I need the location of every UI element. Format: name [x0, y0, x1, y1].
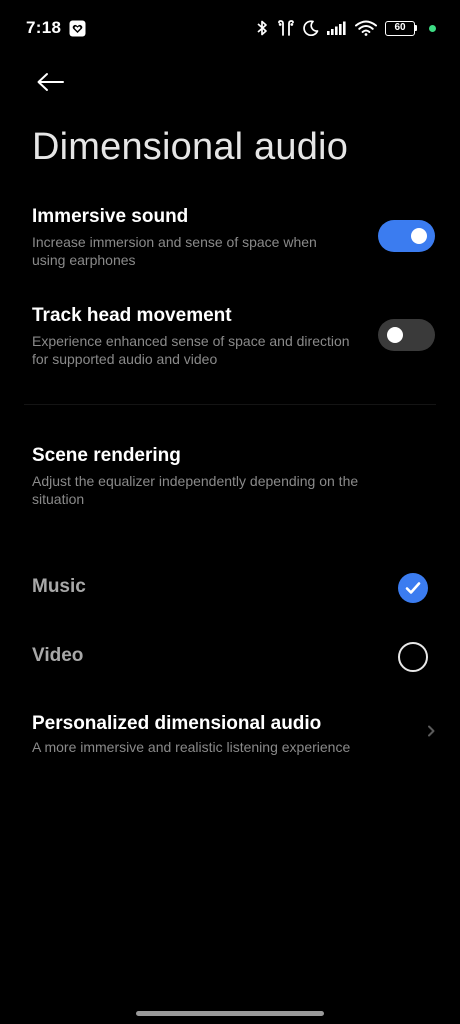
- privacy-indicator-dot: [429, 24, 436, 32]
- immersive-sound-title: Immersive sound: [32, 206, 189, 227]
- wifi-icon: [355, 20, 377, 36]
- option-video[interactable]: Video: [0, 629, 460, 685]
- personalized-dimensional-audio-title: Personalized dimensional audio: [32, 713, 322, 734]
- page-title: Dimensional audio: [32, 126, 349, 168]
- option-video-label: Video: [32, 645, 84, 666]
- personalized-dimensional-audio-description: A more immersive and realistic listening…: [32, 739, 351, 755]
- option-music[interactable]: Music: [0, 560, 460, 616]
- personalized-dimensional-audio-row[interactable]: Personalized dimensional audio A more im…: [0, 712, 460, 762]
- home-indicator[interactable]: [136, 1011, 324, 1016]
- earbuds-icon: [277, 19, 295, 37]
- signal-strength-icon: [327, 21, 347, 35]
- back-arrow-icon: [37, 73, 64, 91]
- app-notification-icon: [69, 20, 86, 37]
- immersive-sound-row[interactable]: Immersive sound Increase immersion and s…: [0, 205, 460, 275]
- chevron-right-icon: [428, 725, 435, 737]
- checkmark-icon: [405, 582, 421, 594]
- screen: 7:18 60 Dimensional audio Immersive soun…: [0, 0, 460, 1024]
- track-head-movement-title: Track head movement: [32, 305, 232, 326]
- scene-rendering-section: Scene rendering Adjust the equalizer ind…: [0, 444, 460, 514]
- option-video-radio[interactable]: [398, 642, 428, 672]
- do-not-disturb-moon-icon: [303, 20, 319, 36]
- status-time: 7:18: [26, 18, 62, 37]
- option-music-radio[interactable]: [398, 573, 428, 603]
- track-head-movement-toggle[interactable]: [378, 319, 435, 351]
- bluetooth-icon: [255, 19, 269, 37]
- option-music-label: Music: [32, 576, 86, 597]
- track-head-movement-row[interactable]: Track head movement Experience enhanced …: [0, 304, 460, 374]
- back-button[interactable]: [30, 62, 70, 102]
- battery-indicator: 60: [385, 20, 417, 36]
- scene-rendering-description: Adjust the equalizer independently depen…: [32, 473, 359, 507]
- section-divider: [24, 404, 436, 405]
- toggle-knob: [387, 327, 403, 343]
- status-bar: 7:18 60: [0, 0, 460, 56]
- toggle-knob: [411, 228, 427, 244]
- scene-rendering-title: Scene rendering: [32, 445, 181, 466]
- immersive-sound-description: Increase immersion and sense of space wh…: [32, 234, 317, 268]
- track-head-movement-description: Experience enhanced sense of space and d…: [32, 333, 350, 367]
- battery-level: 60: [385, 20, 415, 36]
- immersive-sound-toggle[interactable]: [378, 220, 435, 252]
